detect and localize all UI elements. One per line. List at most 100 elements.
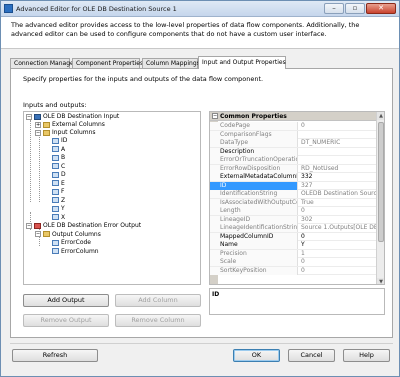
property-value[interactable]: DT_NUMERIC [299,139,376,147]
help-button[interactable]: Help [343,349,390,362]
property-value[interactable]: Y [299,241,376,249]
folder-icon [43,231,50,237]
refresh-button[interactable]: Refresh [12,349,98,362]
tree-column-b[interactable]: B [52,154,65,162]
property-value[interactable]: 0 [299,122,376,130]
tree-column-errorcode[interactable]: ErrorCode [52,239,91,247]
property-row[interactable]: IdentificationString OLEDB Destination So… [210,190,376,199]
property-row[interactable]: DataType DT_NUMERIC [210,139,376,148]
tree-node-external-columns[interactable]: + External Columns [35,121,105,129]
tree-column-e[interactable]: E [52,180,65,188]
tree-line [30,120,31,202]
remove-column-button[interactable]: Remove Column [115,314,201,327]
tab-connection-managers[interactable]: Connection Managers [10,58,79,68]
inputs-outputs-tree[interactable]: − OLE DB Destination Input + External Colu… [23,111,201,285]
property-name: ErrorOrTruncationOperation [210,156,298,164]
tree-column-x[interactable]: X [52,214,65,222]
tree-column-f[interactable]: F [52,188,64,196]
property-row[interactable]: Scale 0 [210,258,376,267]
scroll-up-icon[interactable]: ▲ [377,112,384,120]
property-value[interactable]: 302 [299,216,376,224]
property-name: ErrorRowDisposition [210,164,298,173]
property-row[interactable]: ErrorOrTruncationOperation [210,156,376,165]
tree-column-z[interactable]: Z [52,197,65,205]
add-output-button[interactable]: Add Output [23,294,109,307]
property-value[interactable]: 0 [299,267,376,275]
tree-node-error-output[interactable]: − OLE DB Destination Error Output [26,222,141,230]
property-value[interactable]: 0 [299,258,376,266]
remove-output-button[interactable]: Remove Output [23,314,109,327]
footer-separator [10,343,393,344]
property-value[interactable]: 327 [299,182,376,190]
property-value[interactable]: 1 [299,250,376,258]
tree-node-input-columns[interactable]: − Input Columns [35,129,96,137]
inputs-outputs-label: Inputs and outputs: [23,101,87,109]
column-icon [52,163,59,169]
property-value[interactable]: True [299,199,376,207]
column-icon [52,154,59,161]
property-row[interactable]: Description [210,147,376,156]
destination-icon [34,113,41,120]
add-column-button[interactable]: Add Column [115,294,201,307]
property-row[interactable]: IsAssociatedWithOutputColumnTrue [210,198,376,207]
property-row[interactable]: Name Y [210,241,376,250]
property-name: Precision [210,249,298,258]
property-row[interactable]: ComparisonFlags [210,130,376,139]
minimize-icon[interactable]: – [324,3,344,14]
tree-column-id[interactable]: ID [52,137,67,145]
close-icon[interactable]: ✕ [366,3,396,14]
property-row[interactable]: MappedColumnID 0 [210,232,376,241]
tab-input-output-properties[interactable]: Input and Output Properties [198,56,286,69]
property-value[interactable]: 332 [299,173,376,181]
property-name: Scale [210,258,298,266]
tree-node-destination-input[interactable]: − OLE DB Destination Input [26,113,119,121]
property-row[interactable]: ErrorRowDisposition RD_NotUsed [210,164,376,173]
property-value[interactable]: Source 1.Outputs[OLE DB So [299,224,376,232]
property-grid[interactable]: − Common Properties CodePage 0 ComparisonFl… [209,111,385,285]
property-value[interactable]: 0 [299,207,376,215]
property-value[interactable]: 0 [299,233,376,241]
collapse-icon[interactable]: − [212,113,218,119]
tree-column-d[interactable]: D [52,171,66,179]
property-row[interactable]: Precision 1 [210,249,376,258]
property-value[interactable]: RD_NotUsed [299,165,376,173]
app-icon [4,4,13,13]
property-row[interactable]: Length 0 [210,207,376,216]
property-name: IsAssociatedWithOutputColumn [210,198,298,207]
tree-column-c[interactable]: C [52,163,65,171]
tab-component-properties[interactable]: Component Properties [72,58,143,68]
tab-column-mappings[interactable]: Column Mappings [142,58,200,68]
error-output-icon [34,222,41,229]
property-name: DataType [210,139,298,147]
column-icon [52,205,59,212]
tree-column-a[interactable]: A [52,146,65,154]
property-row[interactable]: CodePage 0 [210,122,376,131]
property-name: Length [210,207,298,215]
tree-column-y[interactable]: Y [52,205,65,213]
property-row[interactable]: SortKeyPosition 0 [210,266,376,275]
property-category[interactable]: − Common Properties [210,112,376,121]
property-row[interactable]: ExternalMetadataColumnID 332 [210,173,376,182]
property-row[interactable]: LineageIdentificationString Source 1.Outp… [210,224,376,233]
property-value[interactable] [299,156,376,164]
tab-strip: Connection Managers Component Properties… [10,56,395,69]
property-value[interactable] [299,131,376,139]
ok-button[interactable]: OK [233,349,280,362]
column-icon [52,180,59,186]
tree-node-output-columns[interactable]: − Output Columns [35,231,101,239]
column-icon [52,146,59,152]
editor-description: The advanced editor provides access to t… [11,21,360,38]
cancel-button[interactable]: Cancel [288,349,335,362]
property-row[interactable]: LineageID 302 [210,215,376,224]
tree-column-errorcolumn[interactable]: ErrorColumn [52,248,99,256]
tab-panel: Specify properties for the inputs and ou… [10,68,393,338]
property-value[interactable]: OLEDB Destination Source 1. [299,190,376,198]
property-row[interactable]: ID 327 [210,181,376,190]
maximize-icon[interactable]: ▫ [345,3,365,14]
property-value[interactable] [299,148,376,156]
property-scrollbar[interactable]: ▲ ▼ [376,112,384,284]
folder-icon [43,121,50,128]
scroll-down-icon[interactable]: ▼ [377,278,384,284]
advanced-editor-window: Advanced Editor for OLE DB Destination S… [0,0,400,377]
scroll-thumb[interactable] [378,122,384,242]
